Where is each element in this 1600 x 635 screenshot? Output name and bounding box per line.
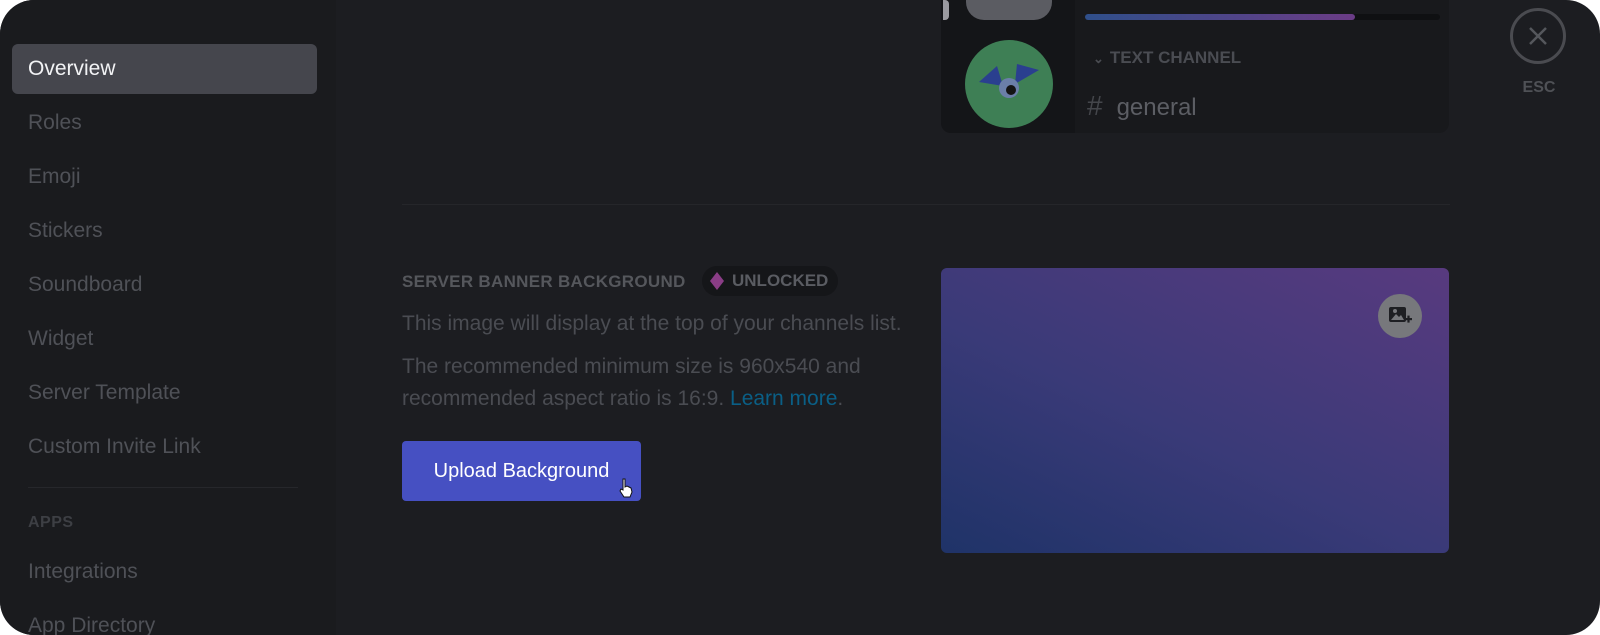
sidebar-item-custom-invite-link[interactable]: Custom Invite Link bbox=[12, 422, 317, 472]
boost-progress-bar bbox=[1085, 14, 1440, 20]
learn-more-link[interactable]: Learn more bbox=[730, 387, 837, 410]
close-button[interactable] bbox=[1510, 8, 1566, 64]
boost-progress-fill bbox=[1085, 14, 1355, 20]
sidebar-item-stickers[interactable]: Stickers bbox=[12, 206, 317, 256]
server-preview-card: ⌄ TEXT CHANNEL # general bbox=[941, 0, 1449, 133]
esc-label: ESC bbox=[1522, 79, 1556, 96]
add-image-button[interactable] bbox=[1378, 294, 1422, 338]
section-divider bbox=[402, 204, 1450, 205]
bat-avatar-icon bbox=[979, 64, 1039, 98]
sidebar: Overview Roles Emoji Stickers Soundboard… bbox=[0, 0, 336, 635]
sidebar-item-emoji[interactable]: Emoji bbox=[12, 152, 317, 202]
chevron-down-icon: ⌄ bbox=[1093, 51, 1104, 66]
sidebar-item-app-directory[interactable]: App Directory bbox=[12, 601, 317, 635]
banner-preview[interactable] bbox=[941, 268, 1449, 553]
close-icon bbox=[1529, 27, 1547, 45]
channel-item: # general bbox=[1087, 90, 1197, 121]
banner-size-hint: The recommended minimum size is 960x540 … bbox=[402, 355, 861, 410]
server-icon bbox=[966, 0, 1052, 20]
sidebar-item-server-template[interactable]: Server Template bbox=[12, 368, 317, 418]
server-rail bbox=[941, 0, 1075, 133]
settings-window: Overview Roles Emoji Stickers Soundboard… bbox=[0, 0, 1600, 635]
hash-icon: # bbox=[1087, 90, 1103, 121]
selected-server-marker bbox=[943, 0, 949, 20]
upload-background-button[interactable]: Upload Background bbox=[402, 441, 641, 501]
sidebar-item-soundboard[interactable]: Soundboard bbox=[12, 260, 317, 310]
sidebar-item-widget[interactable]: Widget bbox=[12, 314, 317, 364]
sidebar-item-integrations[interactable]: Integrations bbox=[12, 547, 317, 597]
channel-category: ⌄ TEXT CHANNEL bbox=[1093, 48, 1242, 67]
server-avatar bbox=[965, 40, 1053, 128]
banner-section-title: SERVER BANNER BACKGROUND bbox=[402, 272, 686, 291]
hand-cursor-icon bbox=[619, 478, 633, 498]
sidebar-divider bbox=[28, 487, 298, 488]
gem-icon bbox=[710, 272, 724, 290]
sidebar-section-apps: APPS bbox=[28, 514, 74, 531]
sidebar-item-overview[interactable]: Overview bbox=[12, 44, 317, 94]
banner-description: This image will display at the top of yo… bbox=[402, 312, 902, 335]
add-image-icon bbox=[1389, 307, 1412, 323]
unlocked-badge: UNLOCKED bbox=[702, 266, 839, 296]
sidebar-item-roles[interactable]: Roles bbox=[12, 98, 317, 148]
